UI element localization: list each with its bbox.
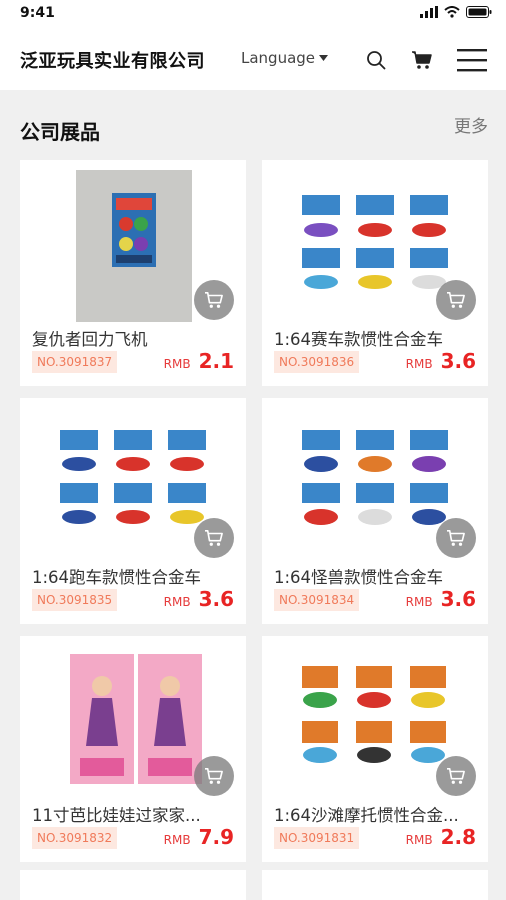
product-price: RMB 2.8 (406, 825, 476, 849)
product-name: 复仇者回力飞机 (32, 330, 148, 349)
product-card[interactable]: 11寸芭比娃娃过家家... NO.3091832 RMB 7.9 (20, 636, 246, 862)
search-icon (367, 51, 386, 70)
section-header: 公司展品 更多 (0, 90, 506, 160)
product-price: RMB 3.6 (406, 587, 476, 611)
language-label: Language (241, 49, 316, 67)
wifi-icon (444, 6, 460, 18)
product-name: 11寸芭比娃娃过家家... (32, 806, 201, 825)
status-icons (420, 6, 492, 18)
battery-icon (466, 6, 492, 18)
product-card-partial[interactable] (20, 870, 246, 900)
product-card[interactable]: 复仇者回力飞机 NO.3091837 RMB 2.1 (20, 160, 246, 386)
price-value: 3.6 (440, 587, 476, 611)
product-number-tag: NO.3091835 (32, 589, 118, 611)
add-to-cart-button[interactable] (436, 756, 476, 796)
cart-icon (205, 767, 223, 784)
add-to-cart-button[interactable] (436, 518, 476, 558)
product-card[interactable]: 1:64怪兽款惯性合金车 NO.3091834 RMB 3.6 (262, 398, 488, 624)
product-name: 1:64怪兽款惯性合金车 (274, 568, 444, 587)
cart-icon (205, 291, 223, 308)
price-value: 3.6 (198, 587, 234, 611)
cart-icon (447, 767, 465, 784)
currency-label: RMB (163, 833, 191, 847)
product-number-tag: NO.3091837 (32, 351, 118, 373)
product-number-tag: NO.3091831 (274, 827, 360, 849)
product-card-partial[interactable] (262, 870, 488, 900)
currency-label: RMB (405, 595, 433, 609)
product-name: 1:64赛车款惯性合金车 (274, 330, 444, 349)
top-header: 泛亚玩具实业有限公司 Language (0, 28, 506, 90)
cart-icon (205, 529, 223, 546)
company-name: 泛亚玩具实业有限公司 (20, 51, 205, 72)
cart-icon (447, 291, 465, 308)
product-price: RMB 3.6 (406, 349, 476, 373)
product-price: RMB 2.1 (164, 349, 234, 373)
hamburger-menu-icon (457, 49, 487, 72)
product-price: RMB 7.9 (164, 825, 234, 849)
product-card[interactable]: 1:64赛车款惯性合金车 NO.3091836 RMB 3.6 (262, 160, 488, 386)
menu-button[interactable] (456, 46, 488, 74)
cart-icon (412, 51, 432, 69)
add-to-cart-button[interactable] (194, 280, 234, 320)
currency-label: RMB (163, 595, 191, 609)
status-bar: 9:41 (0, 0, 506, 28)
section-title: 公司展品 (20, 120, 100, 144)
signal-icon (420, 6, 438, 18)
add-to-cart-button[interactable] (194, 518, 234, 558)
language-selector[interactable]: Language (241, 49, 329, 67)
product-number-tag: NO.3091836 (274, 351, 360, 373)
cart-icon (447, 529, 465, 546)
price-value: 3.6 (440, 349, 476, 373)
status-time: 9:41 (20, 5, 55, 21)
product-number-tag: NO.3091834 (274, 589, 360, 611)
caret-down-icon (319, 55, 329, 61)
product-card[interactable]: 1:64跑车款惯性合金车 NO.3091835 RMB 3.6 (20, 398, 246, 624)
price-value: 7.9 (198, 825, 234, 849)
product-name: 1:64沙滩摩托惯性合金... (274, 806, 459, 825)
currency-label: RMB (405, 357, 433, 371)
search-button[interactable] (362, 46, 390, 74)
add-to-cart-button[interactable] (194, 756, 234, 796)
price-value: 2.1 (198, 349, 234, 373)
add-to-cart-button[interactable] (436, 280, 476, 320)
product-grid: 复仇者回力飞机 NO.3091837 RMB 2.1 1:64赛车款惯性合金车 (20, 160, 488, 862)
product-name: 1:64跑车款惯性合金车 (32, 568, 202, 587)
product-card[interactable]: 1:64沙滩摩托惯性合金... NO.3091831 RMB 2.8 (262, 636, 488, 862)
price-value: 2.8 (440, 825, 476, 849)
product-number-tag: NO.3091832 (32, 827, 118, 849)
currency-label: RMB (163, 357, 191, 371)
more-link[interactable]: 更多 (454, 112, 488, 137)
product-price: RMB 3.6 (164, 587, 234, 611)
cart-button[interactable] (408, 46, 436, 74)
currency-label: RMB (405, 833, 433, 847)
